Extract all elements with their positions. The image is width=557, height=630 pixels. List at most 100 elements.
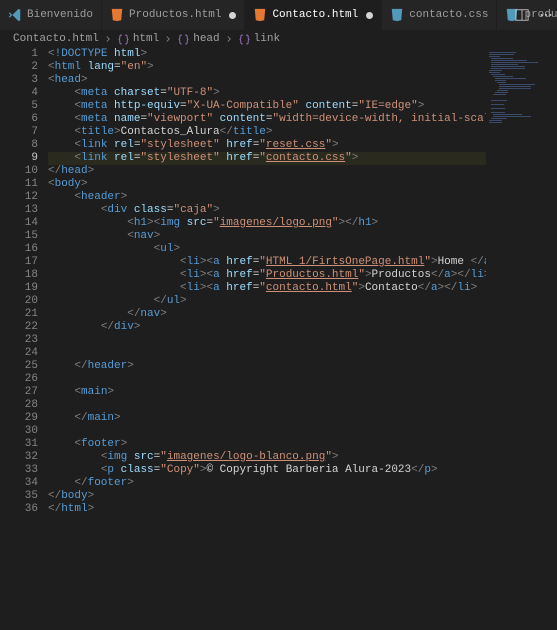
code-line[interactable] xyxy=(48,399,486,412)
breadcrumb-item[interactable]: link xyxy=(238,33,280,46)
code-line[interactable]: </div> xyxy=(48,321,486,334)
line-number: 18 xyxy=(0,269,38,282)
minimap-line xyxy=(491,58,513,59)
minimap-line xyxy=(491,74,505,75)
code-line[interactable] xyxy=(48,425,486,438)
code-line[interactable]: </ul> xyxy=(48,295,486,308)
line-number: 31 xyxy=(0,438,38,451)
line-number: 35 xyxy=(0,490,38,503)
code-line[interactable]: </main> xyxy=(48,412,486,425)
code-line[interactable] xyxy=(48,334,486,347)
breadcrumb-label: Contacto.html xyxy=(13,33,99,45)
line-number: 14 xyxy=(0,217,38,230)
line-number: 27 xyxy=(0,386,38,399)
line-number: 11 xyxy=(0,178,38,191)
code-line[interactable]: </head> xyxy=(48,165,486,178)
code-line[interactable]: <!DOCTYPE html> xyxy=(48,48,486,61)
code-area[interactable]: <!DOCTYPE html><html lang="en"><head> <m… xyxy=(48,48,486,630)
line-number: 8 xyxy=(0,139,38,152)
code-line[interactable]: <header> xyxy=(48,191,486,204)
code-line[interactable]: </footer> xyxy=(48,477,486,490)
line-number: 4 xyxy=(0,87,38,100)
minimap-line xyxy=(491,118,507,119)
code-line[interactable]: <body> xyxy=(48,178,486,191)
breadcrumb-item[interactable]: Contacto.html xyxy=(10,33,99,45)
modified-indicator-icon xyxy=(229,12,236,19)
code-line[interactable]: <img src="imagenes/logo-blanco.png"> xyxy=(48,451,486,464)
split-editor-icon[interactable] xyxy=(515,8,529,22)
line-number: 24 xyxy=(0,347,38,360)
code-line[interactable]: <p class="Copy">© Copyright Barberia Alu… xyxy=(48,464,486,477)
line-number: 22 xyxy=(0,321,38,334)
minimap-line xyxy=(491,66,525,67)
code-line[interactable]: </header> xyxy=(48,360,486,373)
code-line[interactable]: </body> xyxy=(48,490,486,503)
minimap-line xyxy=(491,64,518,65)
editor: 1234567891011121314151617181920212223242… xyxy=(0,48,557,630)
code-line[interactable]: <title>Contactos_Alura</title> xyxy=(48,126,486,139)
breadcrumb-item[interactable]: html xyxy=(117,33,159,46)
tab-label: contacto.css xyxy=(409,9,488,21)
code-line[interactable]: <h1><img src="imagenes/logo.png"></h1> xyxy=(48,217,486,230)
line-number: 23 xyxy=(0,334,38,347)
line-number: 5 xyxy=(0,100,38,113)
code-line[interactable]: <footer> xyxy=(48,438,486,451)
minimap-line xyxy=(497,90,508,91)
minimap[interactable] xyxy=(486,48,557,630)
code-line[interactable]: <li><a href="contacto.html">Contacto</a>… xyxy=(48,282,486,295)
minimap-line xyxy=(493,114,522,115)
line-number: 1 xyxy=(0,48,38,61)
line-number: 19 xyxy=(0,282,38,295)
code-line[interactable]: <main> xyxy=(48,386,486,399)
line-number: 16 xyxy=(0,243,38,256)
code-line[interactable]: </nav> xyxy=(48,308,486,321)
tab-bar: Bienvenido Productos.html Contacto.html con… xyxy=(0,0,557,30)
minimap-line xyxy=(489,70,502,71)
breadcrumb-label: link xyxy=(254,33,280,45)
code-line[interactable] xyxy=(48,347,486,360)
minimap-line xyxy=(493,76,513,77)
minimap-line xyxy=(491,112,505,113)
code-line[interactable]: <head> xyxy=(48,74,486,87)
line-number: 12 xyxy=(0,191,38,204)
line-number: 36 xyxy=(0,503,38,516)
minimap-line xyxy=(493,94,506,95)
line-number: 30 xyxy=(0,425,38,438)
tab-label: Contacto.html xyxy=(272,9,358,21)
code-line[interactable]: <div class="caja"> xyxy=(48,204,486,217)
tab-contacto-html[interactable]: Contacto.html xyxy=(245,0,382,30)
minimap-line xyxy=(491,104,504,105)
code-line[interactable]: <meta http-equiv="X-UA-Compatible" conte… xyxy=(48,100,486,113)
tab-contacto-css[interactable]: contacto.css xyxy=(382,0,497,30)
editor-actions xyxy=(515,8,553,22)
line-number: 21 xyxy=(0,308,38,321)
tab-productos-html[interactable]: Productos.html xyxy=(102,0,245,30)
minimap-line xyxy=(489,120,502,121)
tab-bienvenido[interactable]: Bienvenido xyxy=(0,0,102,30)
minimap-line xyxy=(489,72,500,73)
line-number: 10 xyxy=(0,165,38,178)
minimap-line xyxy=(497,82,506,83)
code-line[interactable]: </html> xyxy=(48,503,486,516)
minimap-line xyxy=(489,52,516,53)
code-line[interactable]: <meta name="viewport" content="width=dev… xyxy=(48,113,486,126)
code-line[interactable]: <meta charset="UTF-8"> xyxy=(48,87,486,100)
code-line[interactable]: <html lang="en"> xyxy=(48,61,486,74)
line-number: 9 xyxy=(0,152,38,165)
code-line[interactable]: <nav> xyxy=(48,230,486,243)
minimap-scrollbar[interactable] xyxy=(547,48,557,630)
modified-indicator-icon xyxy=(366,12,373,19)
code-line[interactable]: <li><a href="Productos.html">Productos</… xyxy=(48,269,486,282)
tab-label: Productos.html xyxy=(129,9,221,21)
minimap-line xyxy=(499,86,531,87)
code-line[interactable] xyxy=(48,373,486,386)
code-line[interactable]: <link rel="stylesheet" href="reset.css"> xyxy=(48,139,486,152)
breadcrumb-item[interactable]: head xyxy=(177,33,219,46)
more-actions-icon[interactable] xyxy=(539,8,553,22)
minimap-line xyxy=(489,122,502,123)
line-number: 28 xyxy=(0,399,38,412)
code-line[interactable]: <li><a href="HTML 1/FirtsOnePage.html">H… xyxy=(48,256,486,269)
code-line[interactable]: <ul> xyxy=(48,243,486,256)
minimap-line xyxy=(491,108,505,109)
code-line[interactable]: <link rel="stylesheet" href="contacto.cs… xyxy=(48,152,486,165)
